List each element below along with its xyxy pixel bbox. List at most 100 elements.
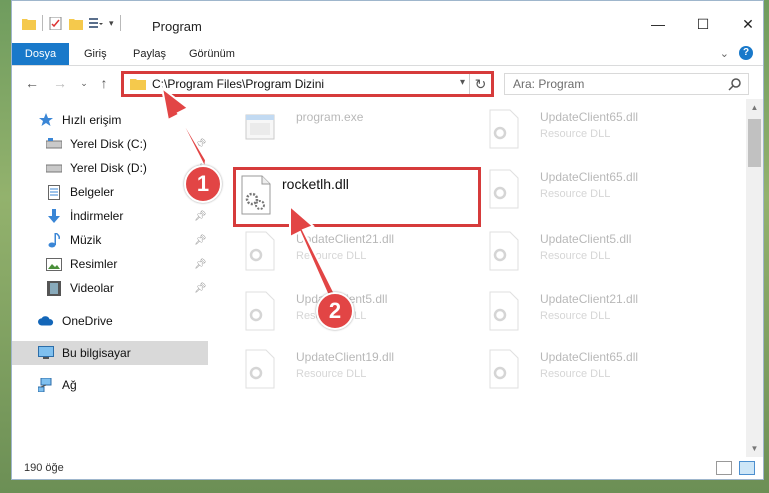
search-box[interactable]: Ara: Program [504, 73, 749, 95]
file-name: UpdateClient21.dll [540, 292, 639, 306]
star-icon [38, 112, 54, 128]
drive-icon [46, 136, 62, 152]
dll-file-icon [489, 349, 519, 389]
pin-icon[interactable]: 📌︎ [194, 211, 207, 222]
folder-icon[interactable] [22, 17, 36, 30]
sidebar-item-local-disk-d[interactable]: Yerel Disk (D:) 📌︎ [12, 156, 208, 180]
sidebar-item-label: İndirmeler [70, 209, 124, 223]
minimize-button[interactable]: — [643, 14, 673, 34]
sidebar-item-label: Resimler [70, 257, 118, 271]
tab-share[interactable]: Paylaş [123, 43, 176, 65]
file-type: Resource DLL [540, 128, 611, 140]
dll-file-icon [489, 169, 519, 209]
file-name: UpdateClient19.dll [296, 350, 395, 364]
pin-icon[interactable]: 📌︎ [194, 235, 207, 246]
sidebar-item-music[interactable]: Müzik 📌︎ [12, 228, 208, 252]
file-item[interactable]: UpdateClient21.dll Resource DLL [226, 223, 466, 279]
window-title: Program [152, 19, 202, 34]
recent-locations-icon[interactable]: ⌄ [74, 73, 94, 93]
forward-arrow-icon[interactable]: → [50, 73, 70, 93]
file-name: UpdateClient21.dll [296, 232, 395, 246]
sidebar-item-label: Ağ [62, 378, 77, 392]
sidebar-item-label: Yerel Disk (C:) [70, 137, 147, 151]
address-bar[interactable]: C:\Program Files\Program Dizini ▾ ↻ [121, 71, 494, 97]
help-button[interactable]: ? [739, 46, 753, 60]
sidebar-item-label: Belgeler [70, 185, 115, 199]
scroll-down-icon[interactable]: ▼ [746, 440, 763, 457]
pin-icon[interactable]: 📌︎ [194, 139, 207, 150]
dll-file-icon [489, 291, 519, 331]
sidebar-item-documents[interactable]: Belgeler 📌︎ [12, 180, 208, 204]
computer-icon [38, 345, 54, 361]
sidebar-item-label: Videolar [70, 281, 114, 295]
documents-icon [46, 184, 62, 200]
close-button[interactable]: ✕ [733, 14, 763, 34]
pin-icon[interactable]: 📌︎ [194, 283, 207, 294]
refresh-icon[interactable]: ↻ [469, 74, 491, 94]
address-path: C:\Program Files\Program Dizini [152, 77, 325, 91]
sidebar-item-label: OneDrive [62, 314, 113, 328]
tab-file[interactable]: Dosya [12, 43, 69, 65]
dll-file-icon [245, 231, 275, 271]
back-arrow-icon[interactable]: ← [22, 73, 42, 93]
tab-view[interactable]: Görünüm [179, 43, 245, 65]
large-icons-view-icon[interactable] [739, 461, 755, 475]
file-type: Resource DLL [540, 368, 611, 380]
new-folder-icon[interactable] [69, 17, 83, 30]
address-dropdown-icon[interactable]: ▾ [460, 77, 465, 88]
sidebar-item-label: Müzik [70, 233, 102, 247]
dll-file-icon [489, 231, 519, 271]
chevron-down-icon[interactable]: ⌄ [720, 47, 729, 60]
sidebar-item-downloads[interactable]: İndirmeler 📌︎ [12, 204, 208, 228]
sidebar-item-network[interactable]: Ağ [12, 373, 208, 397]
file-item-highlighted[interactable]: rocketlh.dll [233, 167, 481, 227]
scroll-up-icon[interactable]: ▲ [746, 99, 763, 116]
file-name: rocketlh.dll [282, 176, 349, 192]
sidebar-item-onedrive[interactable]: OneDrive [12, 309, 208, 333]
pin-icon[interactable]: 📌︎ [194, 259, 207, 270]
file-name: UpdateClient65.dll [540, 170, 639, 184]
pictures-icon [46, 256, 62, 272]
ribbon-tabs: Dosya Giriş Paylaş Görünüm ⌄ ? [12, 43, 763, 65]
dropdown-arrow-icon[interactable]: ▾ [109, 18, 114, 29]
file-item[interactable]: UpdateClient65.dll Resource DLL [470, 341, 710, 397]
details-view-icon[interactable] [716, 461, 732, 475]
cloud-icon [38, 313, 54, 329]
file-item[interactable]: UpdateClient5.dll Resource DLL [470, 223, 710, 279]
sidebar-item-pictures[interactable]: Resimler 📌︎ [12, 252, 208, 276]
search-placeholder: Ara: Program [513, 77, 585, 91]
network-icon [38, 377, 54, 393]
file-item[interactable]: program.exe [226, 101, 466, 157]
music-icon [46, 232, 62, 248]
video-icon [46, 280, 62, 296]
sidebar-item-quick-access[interactable]: Hızlı erişim [12, 108, 208, 132]
tab-home[interactable]: Giriş [74, 43, 117, 65]
scroll-thumb[interactable] [748, 119, 761, 167]
file-type: Resource DLL [540, 188, 611, 200]
item-count: 190 öğe [24, 462, 64, 474]
toolbar-separator [42, 15, 43, 31]
up-arrow-icon[interactable]: ↑ [94, 73, 114, 93]
maximize-button[interactable]: ☐ [688, 14, 718, 34]
ribbon-divider [12, 65, 763, 66]
file-item[interactable]: UpdateClient21.dll Resource DLL [470, 283, 710, 339]
file-item[interactable]: UpdateClient19.dll Resource DLL [226, 341, 466, 397]
file-name: UpdateClient65.dll [540, 110, 639, 124]
file-type: Resource DLL [296, 250, 367, 262]
file-item[interactable]: UpdateClient65.dll Resource DLL [470, 101, 710, 157]
search-icon[interactable] [728, 77, 742, 91]
sidebar-item-local-disk-c[interactable]: Yerel Disk (C:) 📌︎ [12, 132, 208, 156]
status-bar: 190 öğe [12, 457, 763, 479]
file-item[interactable]: UpdateClient65.dll Resource DLL [470, 161, 710, 217]
navigation-bar: ← → ⌄ ↑ C:\Program Files\Program Dizini … [12, 70, 763, 98]
step-1-badge: 1 [184, 165, 222, 203]
exe-file-icon [245, 114, 275, 140]
sidebar-item-videos[interactable]: Videolar 📌︎ [12, 276, 208, 300]
dll-file-icon [245, 291, 275, 331]
file-name: program.exe [296, 110, 364, 124]
properties-icon[interactable] [49, 16, 63, 30]
file-name: UpdateClient5.dll [540, 232, 632, 246]
sidebar-item-this-pc[interactable]: Bu bilgisayar [12, 341, 208, 365]
vertical-scrollbar[interactable]: ▲ ▼ [746, 99, 763, 457]
customize-icon[interactable] [89, 17, 103, 30]
